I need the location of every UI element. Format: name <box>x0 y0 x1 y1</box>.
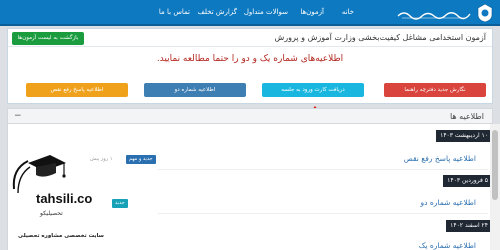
announcement-link[interactable]: اطلاعیه شماره دو <box>421 198 476 207</box>
exam-title: آزمون استخدامی مشاغل کیفیت‌بخشی وزارت آم… <box>274 33 486 42</box>
emblem-icon <box>477 3 493 23</box>
collapse-toggle[interactable]: − <box>14 111 22 121</box>
scrollbar-thumb[interactable] <box>492 130 498 200</box>
nav-contact[interactable]: تماس با ما <box>159 8 190 16</box>
fix-notice-button[interactable]: اطلاعیه پاسخ رفع نقص <box>26 83 128 97</box>
notice-two-button[interactable]: اطلاعیه شماره دو <box>144 83 246 97</box>
back-to-exams-button[interactable]: بازگشت به لیست آزمون‌ها <box>12 32 84 45</box>
announcements-title: اطلاعیه ها <box>449 112 484 121</box>
date-tag: ۲۴ اسفند ۱۴۰۲ <box>446 220 492 232</box>
announcements-header: اطلاعیه ها − <box>7 108 493 124</box>
entry-card-button[interactable]: دریافت کارت ورود به جلسه <box>262 83 364 97</box>
watermark-site: tahsili.co <box>36 191 93 206</box>
watermark-subtitle: سایت تخصصی مشاوره تحصیلی <box>18 233 104 239</box>
exam-panel: آزمون استخدامی مشاغل کیفیت‌بخشی وزارت آم… <box>7 28 493 104</box>
watermark-brand: تحصیلیکو <box>40 210 63 217</box>
logo-script-icon <box>397 12 471 20</box>
nav-home[interactable]: خانه <box>342 8 354 16</box>
row-divider <box>158 213 488 214</box>
guide-booklet-button[interactable]: نگارش جدید دفترچه راهنما <box>384 83 486 97</box>
announcement-link[interactable]: اطلاعیه پاسخ رفع نقص <box>404 154 476 163</box>
notice-text: اطلاعیه‌های شماره یک و دو را حتما مطالعه… <box>156 54 344 64</box>
date-tag: ۵ فروردین ۱۴۰۳ <box>443 175 492 187</box>
announcement-link[interactable]: اطلاعیه شماره یک <box>419 241 476 250</box>
date-tag: ۱۰ اردیبهشت ۱۴۰۳ <box>436 130 492 142</box>
nav-report[interactable]: گزارش تخلف <box>198 8 237 16</box>
nav-exams[interactable]: آزمون‌ها <box>300 8 324 16</box>
important-badge: جدید و مهم <box>126 155 156 164</box>
row-divider <box>158 169 488 170</box>
nav-faq[interactable]: سوالات متداول <box>244 8 288 16</box>
watermark: tahsili.co تحصیلیکو سایت تخصصی مشاوره تح… <box>0 147 120 250</box>
org-logo[interactable] <box>394 2 494 24</box>
top-navbar: خانه آزمون‌ها سوالات متداول گزارش تخلف ت… <box>0 0 500 26</box>
exam-panel-header: آزمون استخدامی مشاغل کیفیت‌بخشی وزارت آم… <box>8 29 492 47</box>
